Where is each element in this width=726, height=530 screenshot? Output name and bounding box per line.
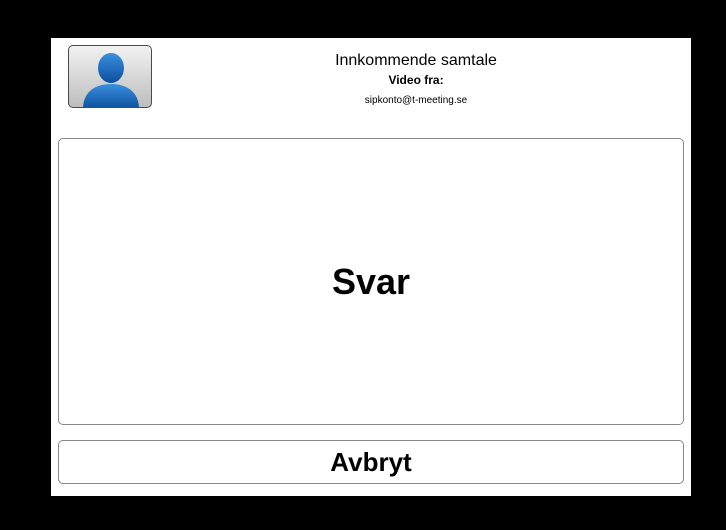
video-from-label: Video fra: [388, 73, 444, 87]
caller-info: Innkommende samtale Video fra: sipkonto@… [201, 51, 631, 108]
call-title: Innkommende samtale [335, 52, 497, 69]
screen: Innkommende samtale Video fra: sipkonto@… [0, 0, 726, 530]
cancel-button[interactable]: Avbryt [58, 440, 684, 484]
person-silhouette-icon [83, 53, 139, 107]
incoming-call-dialog: Innkommende samtale Video fra: sipkonto@… [51, 38, 691, 496]
answer-button[interactable]: Svar [58, 138, 684, 425]
caller-avatar [68, 45, 152, 108]
caller-address: sipkonto@t-meeting.se [364, 95, 468, 106]
